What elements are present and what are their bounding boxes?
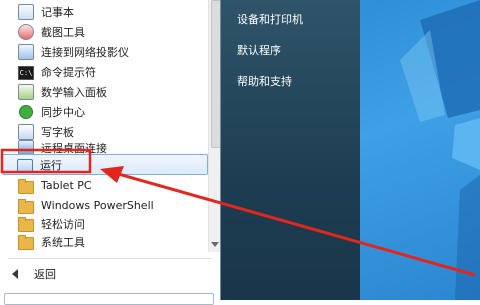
back-button[interactable]: 返回 [4,264,204,284]
folder-icon [18,198,34,214]
program-item-notepad[interactable]: 记事本 [4,2,208,21]
help-support-link[interactable]: 帮助和支持 [237,73,292,89]
program-label: 系统工具 [41,235,85,249]
program-item-network-projector[interactable]: 连接到网络投影仪 [4,42,208,61]
program-label: Tablet PC [41,179,92,192]
program-label: 截图工具 [41,25,85,39]
program-label: 数学输入面板 [41,85,107,99]
program-label: 命令提示符 [41,65,96,79]
program-label: 同步中心 [41,105,85,119]
sync-center-icon [18,104,34,120]
program-folder-powershell[interactable]: Windows PowerShell [4,196,208,215]
start-menu-right-pane: 设备和打印机 默认程序 帮助和支持 [220,0,361,300]
folder-icon [18,178,34,194]
program-folder-tablet-pc[interactable]: Tablet PC [4,176,208,195]
devices-printers-link[interactable]: 设备和打印机 [237,11,303,27]
program-folder-ease-of-access[interactable]: 轻松访问 [4,214,208,233]
program-label: 连接到网络投影仪 [41,45,129,59]
math-input-icon [18,83,34,100]
notepad-icon [18,3,34,20]
back-arrow-icon [12,269,18,279]
back-label: 返回 [34,268,56,281]
network-projector-icon [18,43,34,60]
folder-icon [18,234,34,250]
command-prompt-icon: C:\ [18,64,34,80]
desktop-background [360,0,480,300]
program-list: 记事本 截图工具 连接到网络投影仪 C:\ 命令提示符 数学输入面板 同步中心 … [0,0,208,252]
program-label: 轻松访问 [41,217,85,231]
program-label: 记事本 [41,5,74,19]
start-menu-program-pane: 记事本 截图工具 连接到网络投影仪 C:\ 命令提示符 数学输入面板 同步中心 … [0,0,221,305]
program-item-sync-center[interactable]: 同步中心 [4,102,208,121]
run-icon [17,157,33,173]
program-item-snipping-tool[interactable]: 截图工具 [4,22,208,41]
scroll-down-arrow-icon[interactable] [211,242,219,247]
divider [8,258,212,259]
program-item-math-input[interactable]: 数学输入面板 [4,82,208,101]
snipping-tool-icon [18,23,34,40]
search-input[interactable] [4,293,214,305]
windows-logo-wallpaper [400,0,480,300]
program-item-run[interactable]: 运行 [2,154,208,175]
default-programs-link[interactable]: 默认程序 [237,42,281,58]
folder-icon [18,216,34,232]
program-label: 运行 [40,158,62,172]
program-label: Windows PowerShell [41,199,154,212]
program-item-command-prompt[interactable]: C:\ 命令提示符 [4,62,208,81]
program-folder-system-tools[interactable]: 系统工具 [4,232,208,251]
